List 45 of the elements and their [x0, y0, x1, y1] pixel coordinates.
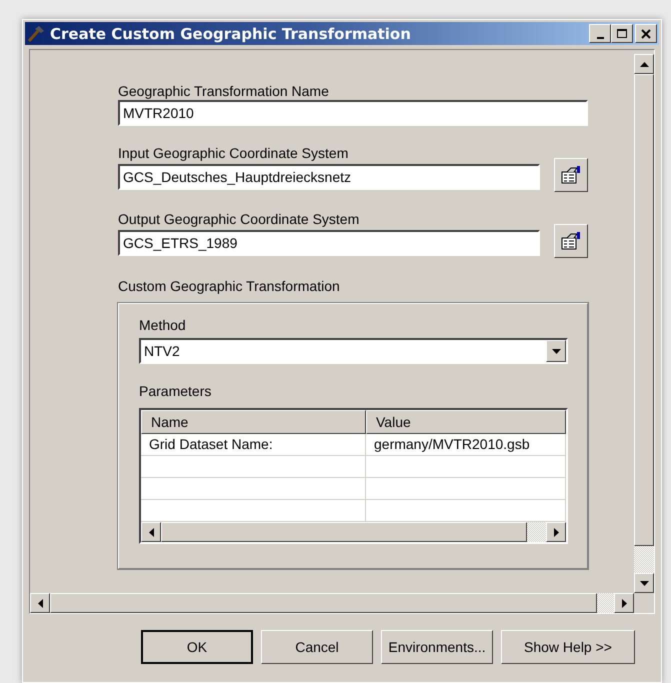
method-dropdown[interactable]: NTV2 [139, 338, 568, 364]
properties-button[interactable] [554, 224, 588, 258]
left-arrow-icon [148, 528, 154, 536]
down-arrow-icon [552, 348, 560, 354]
up-arrow-icon [640, 62, 648, 66]
dialog-button[interactable]: Environments... [381, 630, 493, 664]
hammer-icon [27, 24, 45, 42]
text-field[interactable]: GCS_Deutsches_Hauptdreiecksnetz [118, 164, 540, 190]
group-label: Custom Geographic Transformation [118, 277, 341, 295]
window-title: Create Custom Geographic Transformation [50, 24, 412, 42]
properties-button[interactable] [554, 158, 588, 192]
field-label: Method [139, 316, 187, 334]
minimize-button[interactable] [589, 24, 611, 43]
scroll-track[interactable] [597, 593, 614, 613]
dialog-button[interactable]: OK [141, 630, 253, 664]
scroll-up-button[interactable] [634, 54, 654, 74]
maximize-button[interactable] [611, 24, 633, 43]
field-label: Output Geographic Coordinate System [118, 210, 360, 228]
field-label: Input Geographic Coordinate System [118, 144, 350, 162]
scroll-left-button[interactable] [30, 593, 50, 613]
left-arrow-icon [38, 598, 42, 608]
right-arrow-icon [622, 598, 626, 608]
scroll-left-button[interactable] [141, 522, 161, 542]
text-field[interactable]: GCS_ETRS_1989 [118, 230, 540, 256]
scroll-track[interactable] [527, 522, 546, 542]
field-label: Geographic Transformation Name [118, 82, 330, 100]
dialog-button[interactable]: Cancel [261, 630, 373, 664]
column-header[interactable]: Value [366, 410, 566, 434]
properties-icon [560, 231, 582, 251]
down-arrow-icon [640, 580, 648, 586]
field-label: Parameters [139, 382, 212, 400]
table-cell[interactable]: germany/MVTR2010.gsb [366, 434, 566, 456]
scroll-right-button[interactable] [546, 522, 566, 542]
minimize-icon [596, 36, 604, 38]
scroll-down-button[interactable] [634, 573, 654, 593]
text-field[interactable]: MVTR2010 [118, 100, 588, 126]
table-cell: Grid Dataset Name: [141, 434, 366, 456]
maximize-icon [617, 28, 627, 38]
close-icon [641, 28, 651, 38]
right-arrow-icon [554, 528, 558, 536]
scroll-right-button[interactable] [614, 593, 634, 613]
properties-icon [560, 165, 582, 185]
column-header[interactable]: Name [141, 410, 366, 434]
close-button[interactable] [635, 24, 657, 43]
dialog-button[interactable]: Show Help >> [501, 630, 635, 664]
